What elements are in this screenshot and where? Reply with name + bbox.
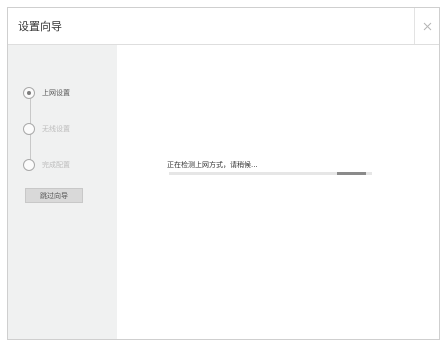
step-label: 无线设置	[42, 125, 70, 133]
setup-wizard-dialog: 设置向导 上网设置 无线设置 完成配置 跳过向导 正在检测上网方式，请稍候...	[7, 7, 440, 340]
skip-wizard-button[interactable]: 跳过向导	[25, 188, 83, 203]
step-finish-config: 完成配置	[23, 159, 113, 175]
window-title: 设置向导	[18, 20, 62, 33]
step-indicator-icon	[23, 87, 35, 99]
close-icon	[423, 22, 431, 30]
step-label: 上网设置	[42, 89, 70, 97]
step-list: 上网设置 无线设置 完成配置	[8, 45, 117, 205]
step-wireless-settings: 无线设置	[23, 123, 113, 139]
progress-bar-indicator	[337, 172, 366, 175]
sidebar: 上网设置 无线设置 完成配置 跳过向导	[8, 45, 117, 339]
progress-bar	[169, 172, 372, 175]
step-indicator-icon	[23, 123, 35, 135]
step-indicator-icon	[23, 159, 35, 171]
main-content: 正在检测上网方式，请稍候...	[117, 45, 439, 339]
step-label: 完成配置	[42, 161, 70, 169]
detection-status-text: 正在检测上网方式，请稍候...	[167, 161, 258, 169]
titlebar: 设置向导	[8, 8, 439, 45]
step-internet-settings: 上网设置	[23, 87, 113, 103]
close-button[interactable]	[414, 8, 439, 44]
